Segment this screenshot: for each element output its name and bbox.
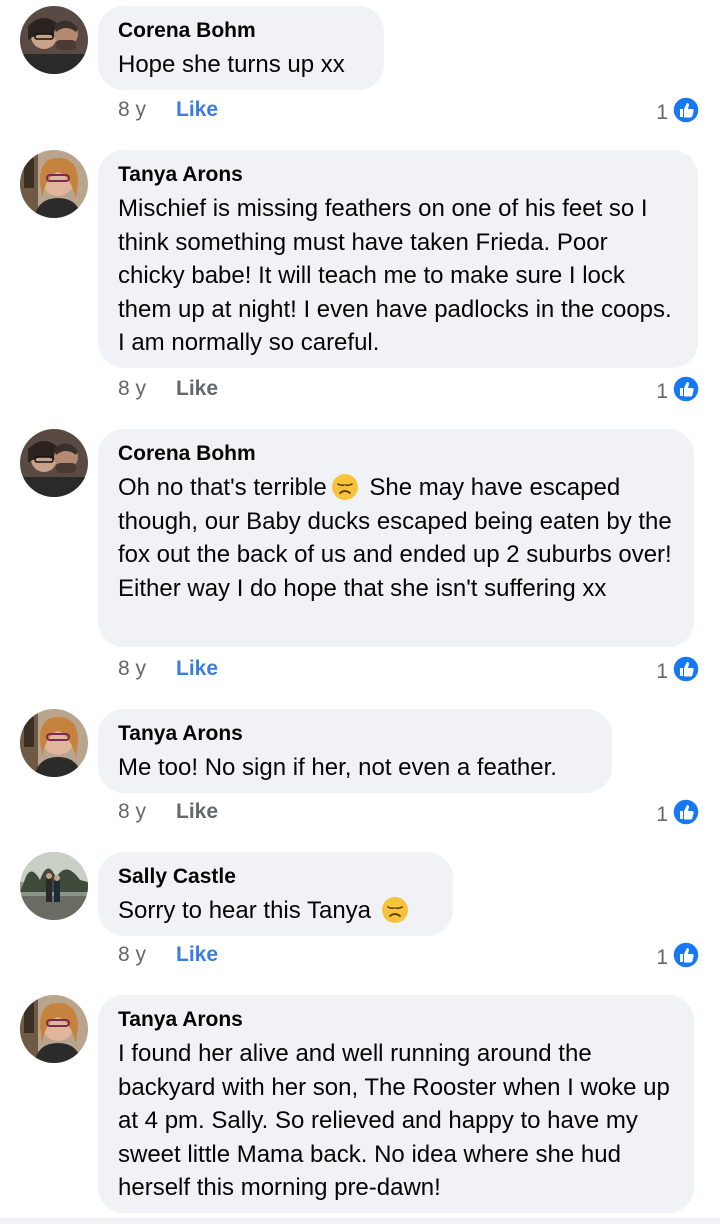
comment-author[interactable]: Corena Bohm: [118, 441, 674, 467]
avatar-corena-bohm[interactable]: [20, 6, 88, 74]
reaction-summary[interactable]: 1: [656, 798, 700, 832]
comment-bubble: Tanya Arons Mischief is missing feathers…: [98, 150, 698, 368]
like-button[interactable]: Like: [176, 800, 218, 824]
comment-author[interactable]: Tanya Arons: [118, 721, 592, 747]
thumbs-up-icon: [672, 375, 700, 409]
thumbs-up-icon: [672, 655, 700, 689]
comment-timestamp[interactable]: 8 y: [118, 800, 176, 824]
reaction-count: 1: [656, 803, 668, 826]
like-button[interactable]: Like: [176, 377, 218, 401]
comment-text: Me too! No sign if her, not even a feath…: [118, 754, 557, 781]
comment-timestamp[interactable]: 8 y: [118, 657, 176, 681]
comment-actions: 8 y Like: [118, 377, 218, 401]
comment-text: Oh no that's terrible She may have escap…: [118, 471, 674, 605]
disappointed-face-emoji: [381, 896, 409, 924]
like-button[interactable]: Like: [176, 657, 218, 681]
reaction-summary[interactable]: 1: [656, 375, 700, 409]
comment-text: I found her alive and well running aroun…: [118, 1040, 670, 1201]
thumbs-up-icon: [672, 941, 700, 975]
comment-bubble: Tanya Arons I found her alive and well r…: [98, 995, 694, 1213]
reaction-count: 1: [656, 946, 668, 969]
comment-bubble: Tanya Arons Me too! No sign if her, not …: [98, 709, 612, 793]
comment-actions: 8 y Like: [118, 98, 218, 122]
reaction-count: 1: [656, 660, 668, 683]
avatar-tanya-arons[interactable]: [20, 150, 88, 218]
comment-actions: 8 y Like: [118, 657, 218, 681]
thumbs-up-icon: [672, 798, 700, 832]
comment-timestamp[interactable]: 8 y: [118, 377, 176, 401]
comment-author[interactable]: Corena Bohm: [118, 18, 364, 44]
comment-timestamp[interactable]: 8 y: [118, 943, 176, 967]
comment-bubble: Corena Bohm Hope she turns up xx: [98, 6, 384, 90]
comment-author[interactable]: Tanya Arons: [118, 162, 678, 188]
comment-actions: 8 y Like: [118, 943, 218, 967]
comment-bubble: Sally Castle Sorry to hear this Tanya: [98, 852, 453, 936]
disappointed-face-emoji: [331, 473, 359, 501]
comment-author[interactable]: Tanya Arons: [118, 1007, 674, 1033]
bottom-divider: [0, 1218, 720, 1224]
comment-text-part: Sorry to hear this Tanya: [118, 897, 372, 924]
reaction-count: 1: [656, 380, 668, 403]
like-button[interactable]: Like: [176, 98, 218, 122]
reaction-count: 1: [656, 101, 668, 124]
comment-text: Hope she turns up xx: [118, 51, 345, 78]
reaction-summary[interactable]: 1: [656, 941, 700, 975]
reaction-summary[interactable]: 1: [656, 655, 700, 689]
comment-text: Sorry to hear this Tanya: [118, 894, 433, 928]
avatar-corena-bohm[interactable]: [20, 429, 88, 497]
comment-timestamp[interactable]: 8 y: [118, 98, 176, 122]
comment-actions: 8 y Like: [118, 800, 218, 824]
avatar-sally-castle[interactable]: [20, 852, 88, 920]
like-button[interactable]: Like: [176, 943, 218, 967]
comment-bubble: Corena Bohm Oh no that's terrible She ma…: [98, 429, 694, 647]
comment-text: Mischief is missing feathers on one of h…: [118, 195, 672, 356]
avatar-tanya-arons[interactable]: [20, 995, 88, 1063]
thumbs-up-icon: [672, 96, 700, 130]
comment-author[interactable]: Sally Castle: [118, 864, 433, 890]
avatar-tanya-arons[interactable]: [20, 709, 88, 777]
reaction-summary[interactable]: 1: [656, 96, 700, 130]
comment-text-part: Oh no that's terrible: [118, 474, 327, 501]
